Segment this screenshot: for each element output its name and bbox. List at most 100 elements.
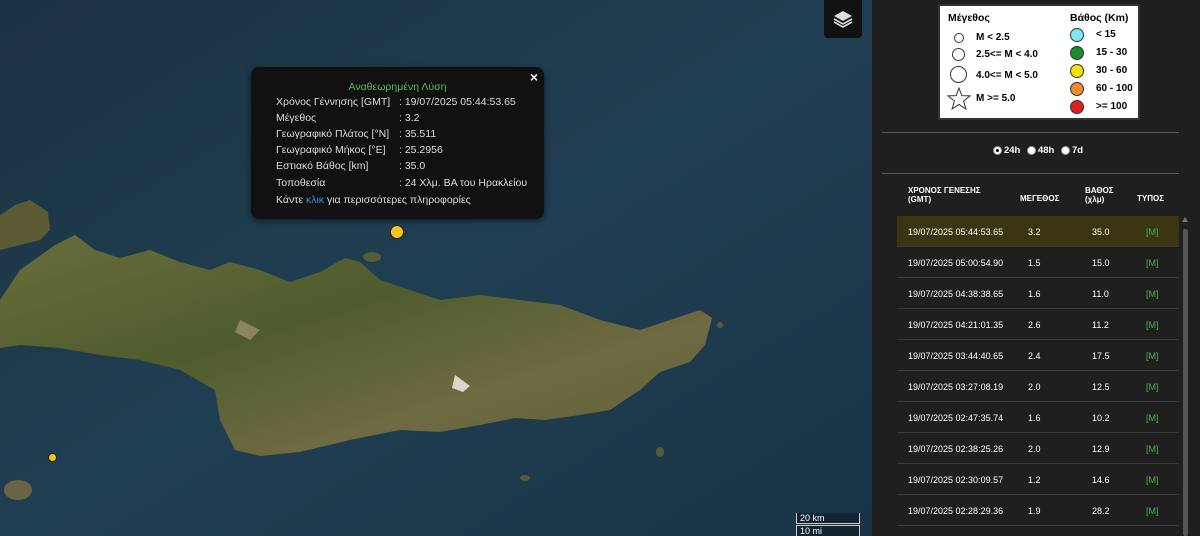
legend-depth-item: 30 - 60 — [1096, 65, 1128, 76]
cell-magnitude: 1.6 — [1028, 289, 1041, 299]
radio-48h[interactable] — [1026, 145, 1036, 155]
cell-time: 19/07/2025 05:44:53.65 — [908, 227, 1004, 237]
more-suffix: για περισσότερες πληροφορίες — [324, 194, 471, 206]
earthquake-marker[interactable] — [48, 453, 57, 462]
header-depth: ΒΑΘΟΣ (χλμ) — [1085, 186, 1114, 204]
earthquake-marker-selected[interactable] — [390, 225, 404, 239]
table-row[interactable]: 19/07/2025 04:38:38.65 1.6 11.0 [M] — [897, 278, 1179, 309]
layers-button[interactable] — [824, 0, 862, 38]
more-info-link[interactable]: κλικ — [306, 194, 324, 206]
cell-type: [M] — [1146, 506, 1159, 516]
cell-magnitude: 2.4 — [1028, 351, 1041, 361]
header-time: ΧΡΟΝΟΣ ΓΕΝΕΣΗΣ (GMT) — [908, 186, 981, 204]
scale-km: 20 km — [796, 513, 860, 524]
popup-value: : 3.2 — [399, 112, 420, 124]
cell-type: [M] — [1146, 227, 1159, 237]
table-row[interactable]: 19/07/2025 05:00:54.90 1.5 15.0 [M] — [897, 247, 1179, 278]
table-row[interactable]: 19/07/2025 05:44:53.65 3.2 35.0 [M] — [897, 216, 1179, 247]
depth-color-dot — [1070, 100, 1084, 114]
cell-type: [M] — [1146, 444, 1159, 454]
cell-time: 19/07/2025 02:47:35.74 — [908, 413, 1004, 423]
cell-depth: 12.9 — [1092, 444, 1110, 454]
popup-title: Αναθεωρημένη Λύση — [348, 81, 447, 93]
popup-value: : 24 Χλμ. ΒΑ του Ηρακλείου — [399, 177, 528, 189]
radio-7d[interactable] — [1060, 145, 1070, 155]
table-header: ΧΡΟΝΟΣ ΓΕΝΕΣΗΣ (GMT) ΜΕΓΕΘΟΣ ΒΑΘΟΣ (χλμ)… — [897, 182, 1187, 212]
scale-bar: 20 km 10 mi — [796, 513, 860, 536]
table-row[interactable]: 19/07/2025 02:30:09.57 1.2 14.6 [M] — [897, 464, 1179, 495]
popup-label: Γεωγραφικό Πλάτος [°N] — [276, 128, 390, 140]
earthquake-popup: Αναθεωρημένη Λύση × Χρόνος Γέννησης [GMT… — [251, 67, 544, 219]
cell-magnitude: 2.0 — [1028, 382, 1041, 392]
cell-time: 19/07/2025 02:28:29.36 — [908, 506, 1004, 516]
cell-type: [M] — [1146, 382, 1159, 392]
cell-type: [M] — [1146, 258, 1159, 268]
table-row[interactable]: 19/07/2025 04:21:01.35 2.6 11.2 [M] — [897, 309, 1179, 340]
cell-depth: 10.2 — [1092, 413, 1110, 423]
cell-magnitude: 2.0 — [1028, 444, 1041, 454]
radio-label-24h: 24h — [1003, 145, 1021, 156]
popup-more-info: Κάντε κλικ για περισσότερες πληροφορίες — [276, 194, 471, 206]
scrollbar-thumb[interactable] — [1183, 229, 1188, 536]
popup-value: : 35.511 — [399, 128, 437, 140]
scale-mi: 10 mi — [796, 525, 860, 536]
cell-type: [M] — [1146, 289, 1159, 299]
cell-depth: 12.5 — [1092, 382, 1110, 392]
cell-depth: 15.0 — [1092, 258, 1110, 268]
header-type: ΤΥΠΟΣ — [1137, 194, 1165, 203]
popup-label: Μέγεθος — [276, 112, 317, 124]
popup-value: : 35.0 — [399, 160, 426, 172]
radio-24h[interactable] — [992, 145, 1002, 155]
table-row[interactable]: 19/07/2025 02:28:29.36 1.9 28.2 [M] — [897, 495, 1179, 526]
side-panel: Μέγεθος Βάθος (Km) M < 2.5 2.5<= M < 4.0… — [872, 0, 1200, 536]
cell-magnitude: 1.6 — [1028, 413, 1041, 423]
more-prefix: Κάντε — [276, 194, 306, 206]
divider — [882, 132, 1179, 133]
scroll-up-arrow-icon[interactable] — [1182, 217, 1188, 222]
popup-label: Χρόνος Γέννησης [GMT] — [276, 96, 391, 108]
popup-close-button[interactable]: × — [530, 69, 538, 85]
table-row[interactable]: 19/07/2025 02:38:25.26 2.0 12.9 [M] — [897, 433, 1179, 464]
star-icon — [947, 87, 971, 111]
cell-magnitude: 1.5 — [1028, 258, 1041, 268]
cell-depth: 17.5 — [1092, 351, 1110, 361]
cell-time: 19/07/2025 03:27:08.19 — [908, 382, 1004, 392]
cell-type: [M] — [1146, 351, 1159, 361]
table-row[interactable]: 19/07/2025 03:27:08.19 2.0 12.5 [M] — [897, 371, 1179, 402]
popup-label: Τοποθεσία — [276, 177, 326, 189]
cell-magnitude: 3.2 — [1028, 227, 1041, 237]
cell-time: 19/07/2025 04:38:38.65 — [908, 289, 1004, 299]
cell-depth: 11.2 — [1092, 320, 1109, 330]
cell-type: [M] — [1146, 413, 1159, 423]
legend-depth-item: >= 100 — [1096, 101, 1128, 112]
radio-label-7d: 7d — [1071, 145, 1084, 156]
cell-time: 19/07/2025 02:30:09.57 — [908, 475, 1004, 485]
cell-time: 19/07/2025 05:00:54.90 — [908, 258, 1004, 268]
cell-magnitude: 2.6 — [1028, 320, 1041, 330]
legend-depth-item: < 15 — [1096, 29, 1116, 40]
depth-color-dot — [1070, 64, 1084, 78]
popup-value: : 19/07/2025 05:44:53.65 — [399, 96, 516, 108]
magnitude-small-circle — [954, 33, 964, 43]
legend-mag-item: 4.0<= M < 5.0 — [976, 70, 1038, 81]
radio-label-48h: 48h — [1037, 145, 1055, 156]
scrollbar[interactable] — [1182, 217, 1189, 536]
map-view[interactable]: Αναθεωρημένη Λύση × Χρόνος Γέννησης [GMT… — [0, 0, 872, 536]
legend-mag-item: M < 2.5 — [976, 32, 1010, 43]
cell-depth: 28.2 — [1092, 506, 1110, 516]
legend: Μέγεθος Βάθος (Km) M < 2.5 2.5<= M < 4.0… — [938, 4, 1140, 120]
table-row[interactable]: 19/07/2025 03:44:40.65 2.4 17.5 [M] — [897, 340, 1179, 371]
legend-depth-item: 15 - 30 — [1096, 47, 1128, 58]
table-row[interactable]: 19/07/2025 02:47:35.74 1.6 10.2 [M] — [897, 402, 1179, 433]
cell-magnitude: 1.2 — [1028, 475, 1041, 485]
cell-depth: 35.0 — [1092, 227, 1110, 237]
popup-value: : 25.2956 — [399, 144, 443, 156]
header-magnitude: ΜΕΓΕΘΟΣ — [1020, 194, 1060, 203]
cell-time: 19/07/2025 03:44:40.65 — [908, 351, 1004, 361]
legend-mag-item: M >= 5.0 — [976, 93, 1016, 104]
popup-label: Γεωγραφικό Μήκος [°E] — [276, 144, 386, 156]
divider — [882, 173, 1179, 174]
depth-color-dot — [1070, 82, 1084, 96]
legend-magnitude-title: Μέγεθος — [948, 12, 990, 24]
cell-depth: 14.6 — [1092, 475, 1110, 485]
